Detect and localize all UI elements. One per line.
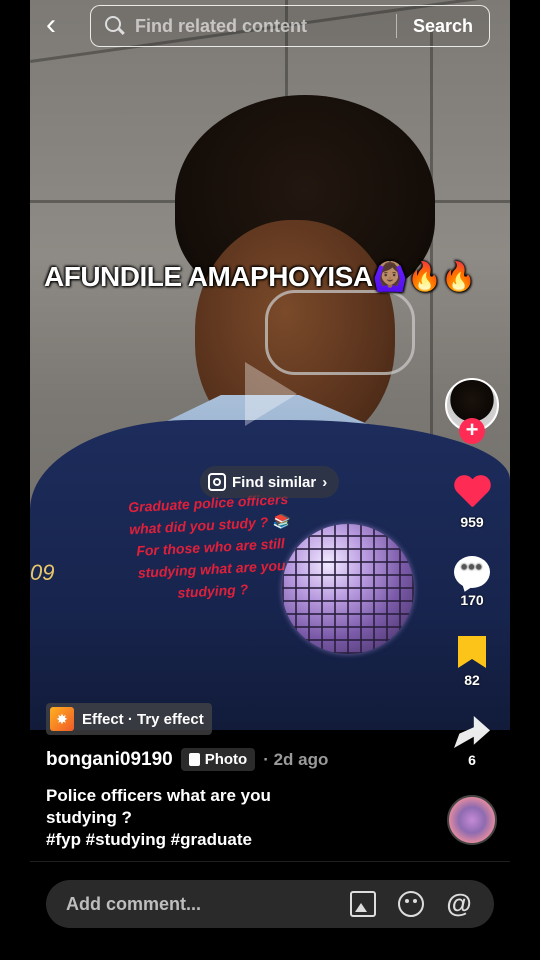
search-icon [105, 16, 125, 36]
comment-count: 170 [460, 592, 484, 608]
follow-plus-icon[interactable]: + [459, 418, 485, 444]
comment-icon: ••• [454, 556, 490, 588]
overlay-title: AFUNDILE AMAPHOYISA🙆🏽‍♀️🔥🔥 [44, 261, 476, 292]
divider [30, 861, 510, 862]
uniform-number: 09 [30, 560, 55, 585]
photo-badge-label: Photo [204, 751, 248, 768]
photo-badge: Photo [180, 748, 256, 771]
bookmark-icon [458, 636, 486, 668]
save-count: 82 [464, 672, 480, 688]
post-time: · 2d ago [263, 749, 329, 769]
scan-icon [208, 473, 226, 491]
chevron-right-icon: › [322, 473, 328, 491]
heart-icon [453, 476, 491, 512]
music-disc-icon[interactable] [447, 795, 497, 845]
post-hashtags[interactable]: #fyp #studying #graduate [46, 829, 346, 851]
play-icon[interactable] [245, 362, 297, 426]
search-input[interactable]: Find related content [135, 16, 396, 37]
effect-button[interactable]: ✸ Effect · Try effect [46, 703, 212, 735]
image-icon[interactable] [350, 891, 376, 917]
find-similar-button[interactable]: Find similar › [200, 466, 340, 498]
like-button[interactable]: 959 [442, 476, 502, 530]
search-bar[interactable]: Find related content Search [90, 5, 490, 47]
share-button[interactable]: 6 [442, 716, 502, 768]
save-button[interactable]: 82 [442, 636, 502, 688]
share-count: 6 [468, 752, 476, 768]
like-count: 959 [460, 514, 484, 530]
post-caption: Police officers what are you studying ? [46, 786, 271, 827]
share-icon [454, 716, 490, 748]
effect-icon: ✸ [50, 707, 74, 731]
wall-tile-line [430, 30, 433, 480]
disco-ball-sticker [282, 524, 414, 654]
comment-bar[interactable]: Add comment... @ [46, 880, 494, 928]
comment-input[interactable]: Add comment... [66, 894, 350, 915]
back-arrow-icon[interactable]: ‹ [46, 10, 76, 42]
post-info: bongani09190 Photo · 2d ago Police offic… [46, 748, 446, 851]
emoji-icon[interactable] [398, 891, 424, 917]
effect-label: Effect · Try effect [82, 710, 204, 728]
find-similar-label: Find similar [232, 473, 317, 491]
photo-icon [188, 753, 200, 766]
search-button[interactable]: Search [397, 16, 489, 37]
username[interactable]: bongani09190 [46, 749, 173, 771]
mention-icon[interactable]: @ [446, 890, 472, 917]
comment-button[interactable]: ••• 170 [442, 556, 502, 608]
